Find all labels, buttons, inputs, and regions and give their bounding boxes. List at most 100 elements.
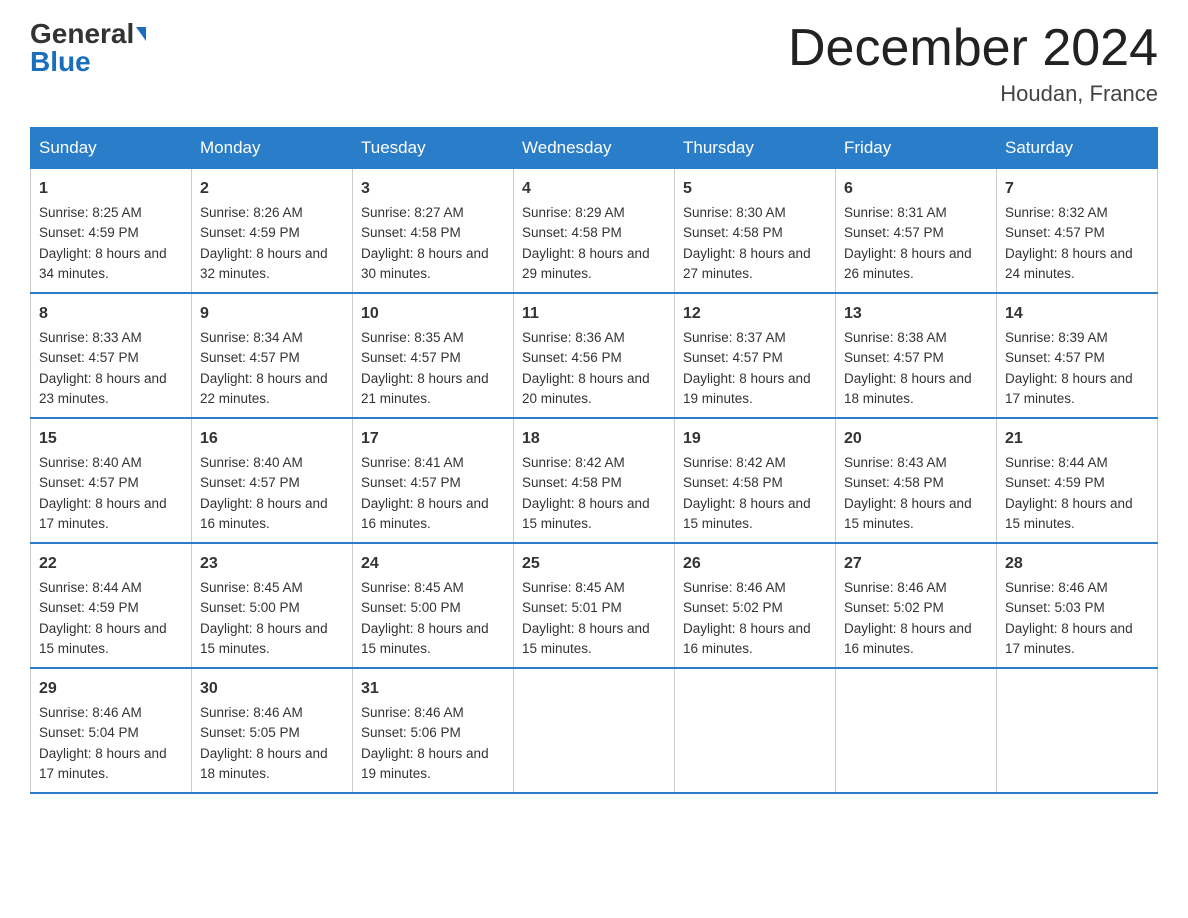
sunrise-text: Sunrise: 8:43 AM <box>844 455 947 470</box>
daylight-text: Daylight: 8 hours and 16 minutes. <box>200 496 328 531</box>
sunset-text: Sunset: 4:57 PM <box>683 350 783 365</box>
sunset-text: Sunset: 4:59 PM <box>200 225 300 240</box>
sunrise-text: Sunrise: 8:38 AM <box>844 330 947 345</box>
day-header-monday: Monday <box>192 128 353 169</box>
title-area: December 2024 Houdan, France <box>788 20 1158 107</box>
daylight-text: Daylight: 8 hours and 21 minutes. <box>361 371 489 406</box>
sunrise-text: Sunrise: 8:41 AM <box>361 455 464 470</box>
daylight-text: Daylight: 8 hours and 18 minutes. <box>200 746 328 781</box>
sunset-text: Sunset: 5:02 PM <box>844 600 944 615</box>
sunset-text: Sunset: 4:57 PM <box>39 350 139 365</box>
daylight-text: Daylight: 8 hours and 20 minutes. <box>522 371 650 406</box>
sunset-text: Sunset: 4:57 PM <box>844 225 944 240</box>
calendar-cell: 26 Sunrise: 8:46 AM Sunset: 5:02 PM Dayligh… <box>675 543 836 668</box>
day-number: 14 <box>1005 302 1149 326</box>
daylight-text: Daylight: 8 hours and 17 minutes. <box>1005 371 1133 406</box>
calendar-cell: 11Sunrise: 8:36 AMSunset: 4:56 PMDayligh… <box>514 293 675 418</box>
day-number: 25 <box>522 552 666 576</box>
calendar-cell: 19Sunrise: 8:42 AMSunset: 4:58 PMDayligh… <box>675 418 836 543</box>
day-header-wednesday: Wednesday <box>514 128 675 169</box>
sunrise-text: Sunrise: 8:34 AM <box>200 330 303 345</box>
sunrise-text: Sunrise: 8:44 AM <box>1005 455 1108 470</box>
sunset-text: Sunset: 4:57 PM <box>200 475 300 490</box>
calendar-cell <box>997 668 1158 793</box>
sunrise-text: Sunrise: 8:46 AM <box>361 705 464 720</box>
calendar-cell: 10Sunrise: 8:35 AMSunset: 4:57 PMDayligh… <box>353 293 514 418</box>
sunrise-text: Sunrise: 8:45 AM <box>361 580 464 595</box>
day-number: 8 <box>39 302 183 326</box>
logo: General Blue <box>30 20 146 76</box>
daylight-text: Daylight: 8 hours and 19 minutes. <box>683 371 811 406</box>
calendar-cell: 8Sunrise: 8:33 AMSunset: 4:57 PMDaylight… <box>31 293 192 418</box>
daylight-text: Daylight: 8 hours and 34 minutes. <box>39 246 167 281</box>
sunset-text: Sunset: 5:00 PM <box>200 600 300 615</box>
day-number: 10 <box>361 302 505 326</box>
calendar-table: SundayMondayTuesdayWednesdayThursdayFrid… <box>30 127 1158 794</box>
daylight-text: Daylight: 8 hours and 32 minutes. <box>200 246 328 281</box>
sunset-text: Sunset: 4:57 PM <box>39 475 139 490</box>
sunset-text: Sunset: 4:59 PM <box>39 600 139 615</box>
logo-triangle-icon <box>136 27 146 41</box>
daylight-text: Daylight: 8 hours and 15 minutes. <box>522 621 650 656</box>
daylight-text: Daylight: 8 hours and 15 minutes. <box>683 496 811 531</box>
day-number: 22 <box>39 552 183 576</box>
daylight-text: Daylight: 8 hours and 26 minutes. <box>844 246 972 281</box>
day-number: 21 <box>1005 427 1149 451</box>
daylight-text: Daylight: 8 hours and 16 minutes. <box>361 496 489 531</box>
calendar-week-row: 1Sunrise: 8:25 AMSunset: 4:59 PMDaylight… <box>31 169 1158 294</box>
page-header: General Blue December 2024 Houdan, Franc… <box>30 20 1158 107</box>
day-number: 1 <box>39 177 183 201</box>
calendar-cell: 24Sunrise: 8:45 AMSunset: 5:00 PMDayligh… <box>353 543 514 668</box>
daylight-text: Daylight: 8 hours and 18 minutes. <box>844 371 972 406</box>
sunset-text: Sunset: 4:56 PM <box>522 350 622 365</box>
calendar-cell: 4Sunrise: 8:29 AMSunset: 4:58 PMDaylight… <box>514 169 675 294</box>
sunset-text: Sunset: 5:02 PM <box>683 600 783 615</box>
sunset-text: Sunset: 5:03 PM <box>1005 600 1105 615</box>
sunrise-text: Sunrise: 8:42 AM <box>683 455 786 470</box>
day-number: 6 <box>844 177 988 201</box>
sunrise-text: Sunrise: 8:46 AM <box>1005 580 1108 595</box>
daylight-text: Daylight: 8 hours and 17 minutes. <box>1005 621 1133 656</box>
calendar-week-row: 15 Sunrise: 8:40 AM Sunset: 4:57 PM Dayligh… <box>31 418 1158 543</box>
sunrise-text: Sunrise: 8:31 AM <box>844 205 947 220</box>
daylight-text: Daylight: 8 hours and 17 minutes. <box>39 746 167 781</box>
sunrise-text: Sunrise: 8:40 AM <box>200 455 303 470</box>
sunrise-text: Sunrise: 8:45 AM <box>200 580 303 595</box>
calendar-week-row: 22Sunrise: 8:44 AMSunset: 4:59 PMDayligh… <box>31 543 1158 668</box>
calendar-cell: 29Sunrise: 8:46 AMSunset: 5:04 PMDayligh… <box>31 668 192 793</box>
sunset-text: Sunset: 4:59 PM <box>39 225 139 240</box>
sunrise-text: Sunrise: 8:30 AM <box>683 205 786 220</box>
sunrise-text: Sunrise: 8:37 AM <box>683 330 786 345</box>
day-number: 15 <box>39 427 183 451</box>
sunrise-text: Sunrise: 8:46 AM <box>683 580 786 595</box>
calendar-cell: 27Sunrise: 8:46 AMSunset: 5:02 PMDayligh… <box>836 543 997 668</box>
day-number: 16 <box>200 427 344 451</box>
day-number: 7 <box>1005 177 1149 201</box>
calendar-cell: 5Sunrise: 8:30 AMSunset: 4:58 PMDaylight… <box>675 169 836 294</box>
calendar-cell: 28 Sunrise: 8:46 AM Sunset: 5:03 PM Dayligh… <box>997 543 1158 668</box>
calendar-cell: 30Sunrise: 8:46 AMSunset: 5:05 PMDayligh… <box>192 668 353 793</box>
daylight-text: Daylight: 8 hours and 15 minutes. <box>361 621 489 656</box>
day-header-saturday: Saturday <box>997 128 1158 169</box>
day-header-thursday: Thursday <box>675 128 836 169</box>
daylight-text: Daylight: 8 hours and 16 minutes. <box>683 621 811 656</box>
calendar-cell: 14Sunrise: 8:39 AMSunset: 4:57 PMDayligh… <box>997 293 1158 418</box>
calendar-cell: 9Sunrise: 8:34 AMSunset: 4:57 PMDaylight… <box>192 293 353 418</box>
logo-blue-text: Blue <box>30 48 91 76</box>
day-number: 26 <box>683 552 827 576</box>
location-title: Houdan, France <box>788 81 1158 107</box>
sunrise-text: Sunrise: 8:27 AM <box>361 205 464 220</box>
daylight-text: Daylight: 8 hours and 15 minutes. <box>200 621 328 656</box>
sunset-text: Sunset: 4:57 PM <box>844 350 944 365</box>
calendar-cell: 31Sunrise: 8:46 AMSunset: 5:06 PMDayligh… <box>353 668 514 793</box>
day-number: 3 <box>361 177 505 201</box>
day-number: 28 <box>1005 552 1149 576</box>
daylight-text: Daylight: 8 hours and 15 minutes. <box>39 621 167 656</box>
calendar-cell: 1Sunrise: 8:25 AMSunset: 4:59 PMDaylight… <box>31 169 192 294</box>
sunset-text: Sunset: 5:06 PM <box>361 725 461 740</box>
day-number: 13 <box>844 302 988 326</box>
calendar-cell: 18Sunrise: 8:42 AMSunset: 4:58 PMDayligh… <box>514 418 675 543</box>
calendar-cell: 6 Sunrise: 8:31 AM Sunset: 4:57 PM Daylight… <box>836 169 997 294</box>
sunrise-text: Sunrise: 8:32 AM <box>1005 205 1108 220</box>
sunrise-text: Sunrise: 8:26 AM <box>200 205 303 220</box>
